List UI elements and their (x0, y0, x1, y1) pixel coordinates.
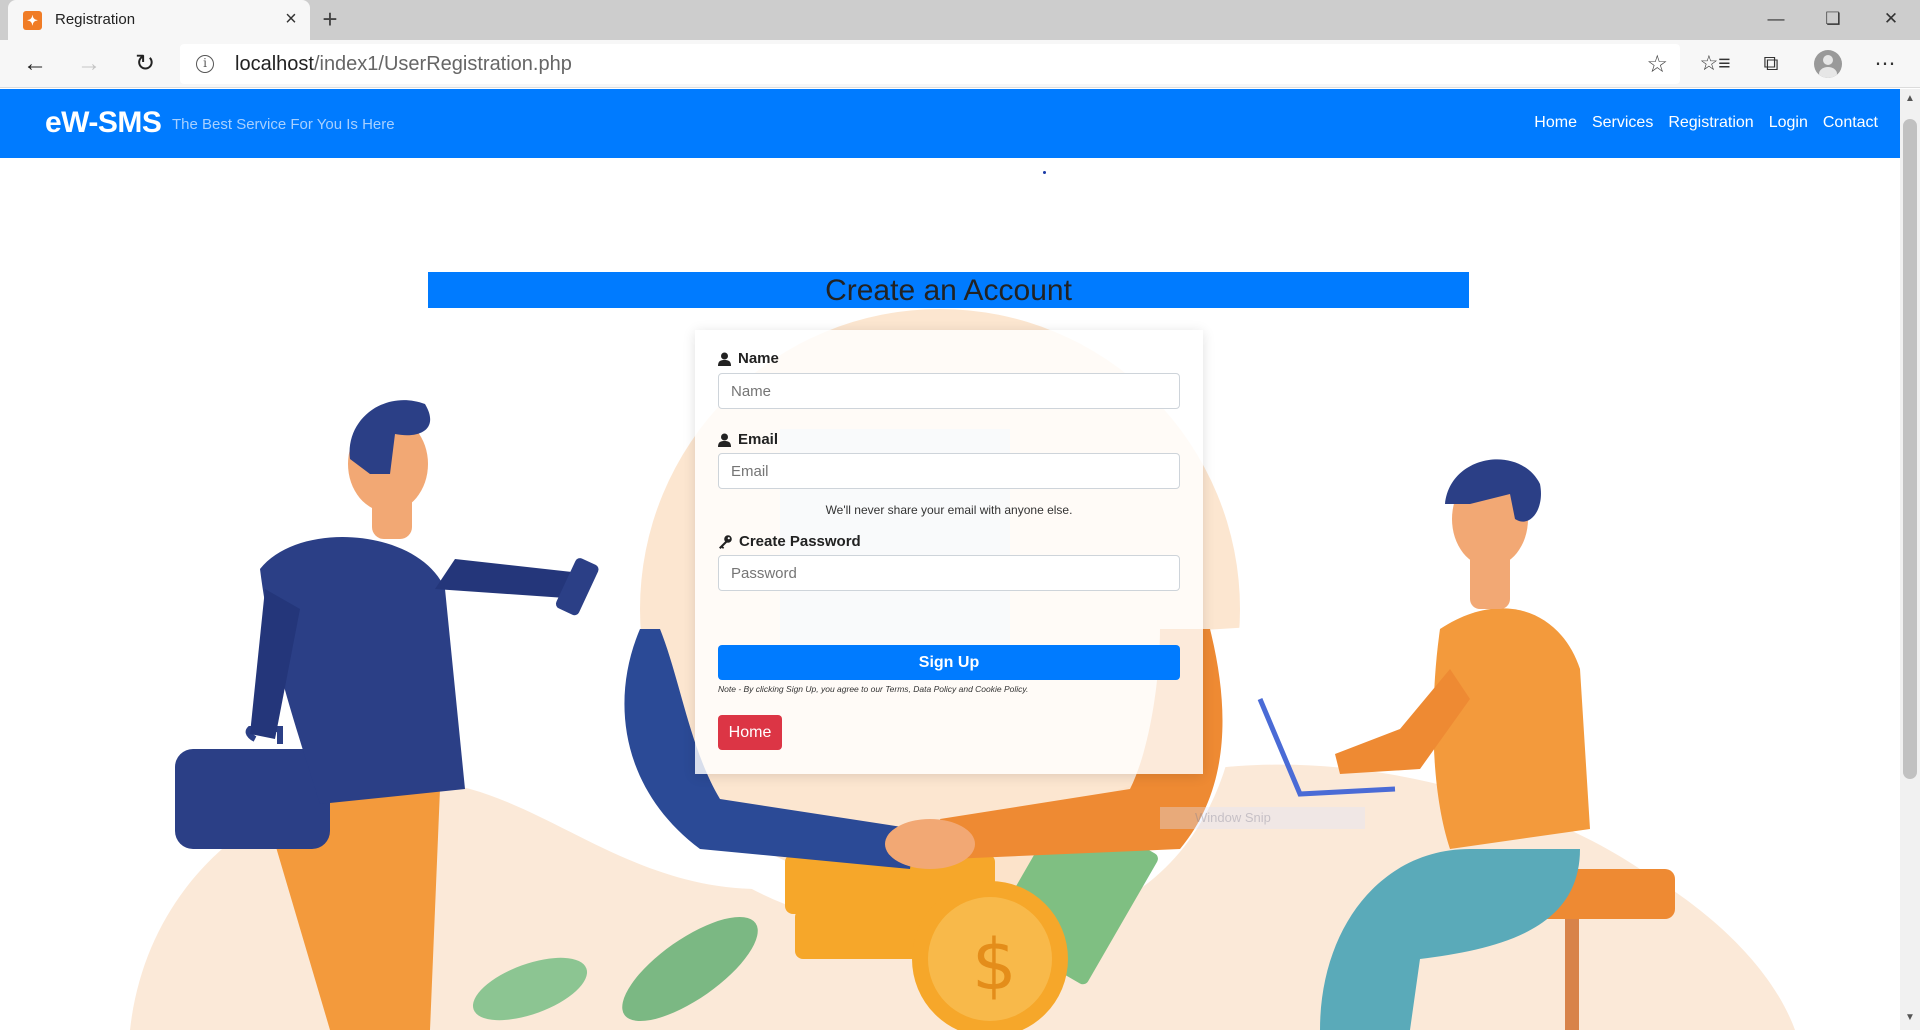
name-label: Name (718, 350, 779, 367)
page-title: Create an Account (825, 274, 1072, 307)
password-label-text: Create Password (739, 533, 861, 550)
browser-tab[interactable]: ✦ Registration × (8, 0, 310, 40)
registration-form: Name Email We'll never share your email … (695, 330, 1203, 774)
terms-note: Note - By clicking Sign Up, you agree to… (718, 684, 1029, 694)
browser-tab-bar: ✦ Registration × + — ❏ ✕ (0, 0, 1920, 40)
favorites-list-icon[interactable]: ☆≡ (1698, 48, 1732, 80)
nav-link-registration[interactable]: Registration (1668, 114, 1753, 132)
site-navbar: eW-SMS The Best Service For You Is Here … (0, 89, 1900, 158)
collections-icon[interactable]: ⧉ (1754, 48, 1788, 80)
close-icon[interactable]: × (280, 8, 302, 30)
password-input[interactable] (718, 555, 1180, 591)
page-viewport: $ eW-SMS The Best Service For You Is Her (0, 89, 1900, 1030)
brand-logo[interactable]: eW-SMS (45, 106, 162, 140)
signup-button[interactable]: Sign Up (718, 645, 1180, 680)
url-host: localhost (235, 53, 314, 75)
user-icon (718, 352, 731, 366)
name-label-text: Name (738, 350, 779, 367)
forward-arrow-icon[interactable]: → (72, 48, 106, 80)
nav-link-home[interactable]: Home (1534, 114, 1577, 132)
address-bar[interactable]: i localhost/index1/UserRegistration.php … (180, 44, 1680, 84)
nav-link-services[interactable]: Services (1592, 114, 1653, 132)
home-button[interactable]: Home (718, 715, 782, 750)
scrollbar-thumb[interactable] (1903, 119, 1917, 779)
name-input[interactable] (718, 373, 1180, 409)
url-text[interactable]: localhost/index1/UserRegistration.php (235, 53, 572, 76)
nav-links: Home Services Registration Login Contact (1534, 114, 1878, 132)
user-icon (718, 433, 731, 447)
star-icon[interactable]: ☆ (1646, 50, 1668, 79)
tab-title: Registration (55, 11, 136, 28)
email-label: Email (718, 431, 778, 448)
nav-link-contact[interactable]: Contact (1823, 114, 1878, 132)
more-menu-icon[interactable]: ⋯ (1868, 48, 1902, 80)
profile-avatar-icon[interactable] (1814, 50, 1842, 78)
email-label-text: Email (738, 431, 779, 448)
decorative-dot (1043, 171, 1046, 174)
heading-bar: Create an Account (428, 272, 1469, 308)
plus-icon[interactable]: + (316, 6, 344, 34)
window-snip-overlay: Window Snip (1160, 807, 1365, 829)
scroll-down-icon[interactable]: ▼ (1904, 1012, 1916, 1026)
svg-text:$: $ (972, 924, 1017, 1006)
email-input[interactable] (718, 453, 1180, 489)
minimize-icon[interactable]: — (1748, 0, 1804, 38)
back-arrow-icon[interactable]: ← (18, 48, 52, 80)
info-icon[interactable]: i (196, 55, 214, 73)
url-path: /index1/UserRegistration.php (313, 53, 572, 75)
xampp-icon: ✦ (23, 11, 42, 30)
page-scrollbar[interactable]: ▲ ▼ (1900, 89, 1920, 1030)
window-close-icon[interactable]: ✕ (1863, 0, 1919, 38)
nav-link-login[interactable]: Login (1769, 114, 1808, 132)
email-help-text: We'll never share your email with anyone… (825, 503, 1073, 517)
refresh-icon[interactable]: ↻ (128, 48, 162, 80)
password-label: Create Password (718, 533, 861, 550)
browser-toolbar: ← → ↻ i localhost/index1/UserRegistratio… (0, 40, 1920, 88)
restore-icon[interactable]: ❏ (1805, 0, 1861, 38)
brand-tagline: The Best Service For You Is Here (172, 116, 395, 133)
key-icon (719, 534, 732, 549)
scroll-up-icon[interactable]: ▲ (1904, 93, 1916, 107)
